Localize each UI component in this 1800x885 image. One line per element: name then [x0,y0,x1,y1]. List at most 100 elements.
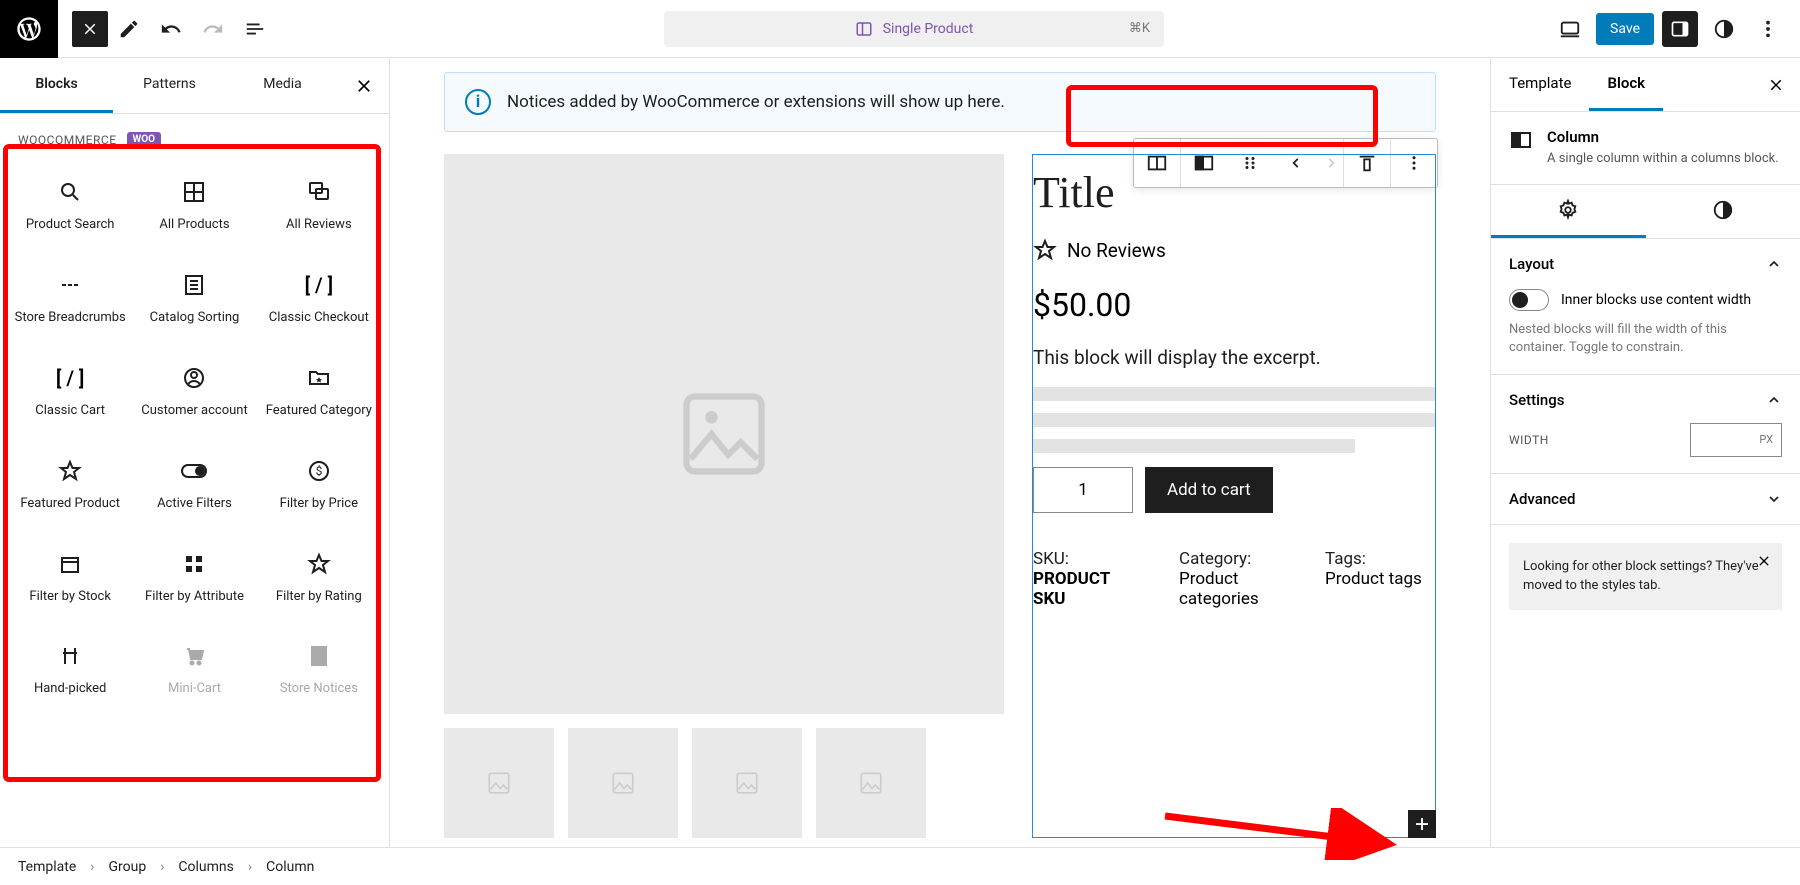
block-filter-stock[interactable]: Filter by Stock [8,535,132,620]
top-toolbar: Single Product ⌘K Save [0,0,1800,58]
settings-sidebar: Template Block Column A single column wi… [1490,58,1800,847]
notice-text: Notices added by WooCommerce or extensio… [507,92,1005,112]
add-to-cart-button[interactable]: Add to cart [1145,467,1273,513]
block-featured-category[interactable]: Featured Category [257,349,381,434]
star-icon [58,456,82,486]
product-image-placeholder[interactable] [444,154,1004,714]
excerpt-placeholder[interactable]: This block will display the excerpt. [1033,346,1435,369]
inserter-tab-blocks[interactable]: Blocks [0,58,113,113]
breadcrumb-item[interactable]: Group [108,859,146,875]
block-store-notices[interactable]: Store Notices [257,627,381,712]
breadcrumb-item[interactable]: Template [18,859,76,875]
block-customer-account[interactable]: Customer account [132,349,256,434]
width-input[interactable] [1690,423,1782,457]
search-icon [58,177,82,207]
layout-panel: Layout Inner blocks use content width Ne… [1491,239,1800,374]
folder-star-icon [307,363,331,393]
editor-canvas[interactable]: i Notices added by WooCommerce or extens… [390,58,1490,847]
user-icon [182,363,206,393]
cart-icon [182,641,206,671]
redo-button[interactable] [192,8,234,50]
column-icon [1509,128,1533,152]
block-filter-rating[interactable]: Filter by Rating [257,535,381,620]
block-active-filters[interactable]: Active Filters [132,442,256,527]
content-width-toggle[interactable] [1509,289,1549,311]
sidebar-close-button[interactable] [1752,58,1800,111]
page-icon [307,641,331,671]
thumbnail[interactable] [444,728,554,838]
block-hand-picked[interactable]: Hand-picked [8,627,132,712]
sidebar-tab-template[interactable]: Template [1491,58,1589,111]
star-icon [307,549,331,579]
product-meta: SKU:PRODUCT SKU Category:Product categor… [1033,549,1435,609]
edit-tool-button[interactable] [108,8,150,50]
block-filter-price[interactable]: $Filter by Price [257,442,381,527]
styles-button[interactable] [1706,11,1742,47]
thumbnail[interactable] [816,728,926,838]
quantity-input[interactable] [1033,467,1133,513]
inserter-tab-media[interactable]: Media [226,58,339,113]
block-filter-attribute[interactable]: Filter by Attribute [132,535,256,620]
block-breadcrumb: Template› Group› Columns› Column [0,847,1800,885]
inserter-close-button[interactable] [339,58,389,113]
thumbnail[interactable] [692,728,802,838]
close-editor-button[interactable] [72,11,108,47]
gear-icon [1557,199,1579,221]
document-title-text: Single Product [883,21,974,37]
save-button[interactable]: Save [1596,13,1654,45]
block-store-breadcrumbs[interactable]: Store Breadcrumbs [8,256,132,341]
selected-column[interactable]: Title No Reviews $50.00 This block will … [1032,154,1436,838]
layout-panel-header[interactable]: Layout [1509,255,1782,273]
chevron-up-icon [1766,392,1782,408]
add-block-button[interactable] [1408,810,1436,838]
advanced-panel: Advanced [1491,474,1800,525]
list-icon [182,270,206,300]
settings-sidebar-toggle[interactable] [1662,11,1698,47]
styles-hint: Looking for other block settings? They'v… [1509,543,1782,610]
chat-icon [307,177,331,207]
advanced-panel-header[interactable]: Advanced [1509,490,1782,508]
hint-close-button[interactable] [1756,553,1772,576]
wordpress-logo[interactable] [0,0,58,58]
box-icon [58,549,82,579]
product-title[interactable]: Title [1033,167,1435,218]
grid-icon [182,177,206,207]
woocommerce-notice: i Notices added by WooCommerce or extens… [444,72,1436,132]
shortcode-icon: [ / ] [56,363,85,393]
category-title: WOOCOMMERCE [18,133,117,147]
reviews-row[interactable]: No Reviews [1033,238,1435,262]
info-icon: i [465,89,491,115]
block-description: Column A single column within a columns … [1491,112,1800,185]
svg-text:$: $ [315,464,322,478]
settings-panel-header[interactable]: Settings [1509,391,1782,409]
apps-icon [182,549,206,579]
sidebar-tab-block[interactable]: Block [1589,58,1663,111]
breadcrumb-item[interactable]: Column [266,859,314,875]
list-view-button[interactable] [234,8,276,50]
block-all-reviews[interactable]: All Reviews [257,163,381,248]
options-menu-button[interactable] [1750,11,1786,47]
settings-subtab[interactable] [1491,185,1646,238]
block-all-products[interactable]: All Products [132,163,256,248]
dots-icon [58,270,82,300]
thumbnail[interactable] [568,728,678,838]
dollar-icon: $ [307,456,331,486]
breadcrumb-item[interactable]: Columns [178,859,233,875]
star-outline-icon [1033,238,1057,262]
block-inserter-panel: Blocks Patterns Media WOOCOMMERCE WOO Pr… [0,58,390,847]
styles-subtab[interactable] [1646,185,1800,238]
contrast-icon [1712,199,1734,221]
block-featured-product[interactable]: Featured Product [8,442,132,527]
preview-button[interactable] [1552,11,1588,47]
product-price[interactable]: $50.00 [1033,286,1435,324]
shortcut-label: ⌘K [1129,21,1150,36]
undo-button[interactable] [150,8,192,50]
block-product-search[interactable]: Product Search [8,163,132,248]
block-mini-cart[interactable]: Mini-Cart [132,627,256,712]
document-title[interactable]: Single Product ⌘K [664,11,1164,47]
block-classic-cart[interactable]: [ / ]Classic Cart [8,349,132,434]
block-catalog-sorting[interactable]: Catalog Sorting [132,256,256,341]
block-classic-checkout[interactable]: [ / ]Classic Checkout [257,256,381,341]
woo-badge: WOO [127,132,162,147]
inserter-tab-patterns[interactable]: Patterns [113,58,226,113]
